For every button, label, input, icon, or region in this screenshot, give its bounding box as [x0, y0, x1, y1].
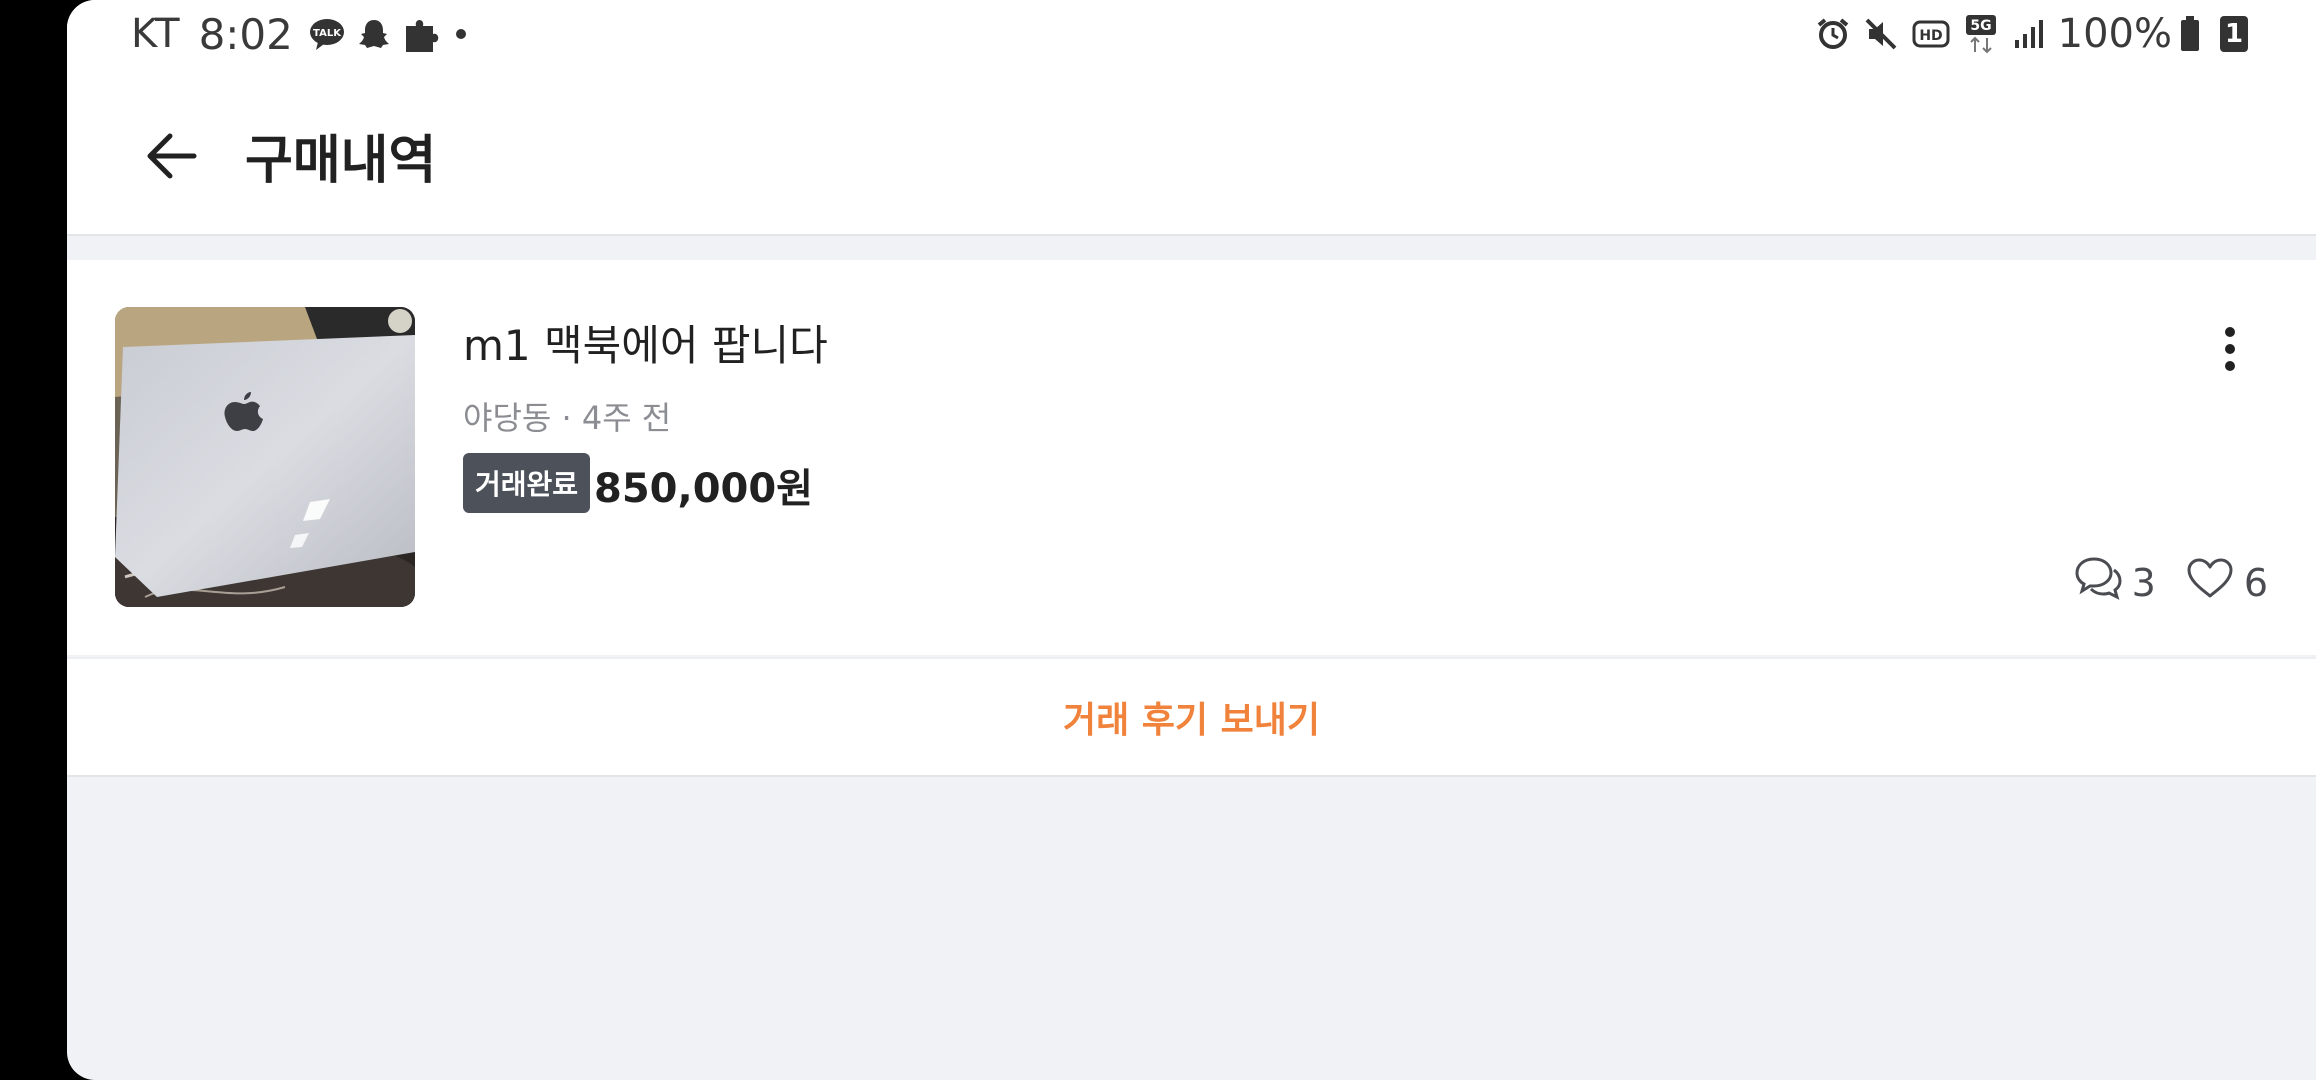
item-thumbnail[interactable]	[115, 307, 415, 607]
item-stats: 3 6	[2062, 555, 2268, 610]
puzzle-icon	[403, 14, 441, 54]
chat-count: 3	[2131, 560, 2156, 605]
chat-count-stat: 3	[2074, 555, 2156, 610]
kakaotalk-icon: TALK	[309, 17, 345, 51]
status-bar-left: KT 8:02 TALK	[131, 9, 481, 59]
purchase-item-card[interactable]: m1 맥북에어 팝니다 야당동 · 4주 전 거래완료 850,000원 3 6	[67, 260, 2316, 655]
battery-percent: 100%	[2057, 11, 2172, 57]
item-price: 850,000원	[594, 466, 813, 512]
svg-text:5G: 5G	[1970, 18, 1991, 34]
hd-icon: HD	[1912, 20, 1950, 48]
snapchat-icon	[357, 17, 391, 51]
status-badge: 거래완료	[463, 453, 591, 513]
svg-text:HD: HD	[1919, 28, 1942, 44]
like-count-stat: 6	[2168, 557, 2268, 608]
arrow-left-icon	[144, 131, 198, 185]
clock: 8:02	[198, 9, 293, 59]
send-review-button[interactable]: 거래 후기 보내기	[67, 657, 2316, 777]
carrier-label: KT	[131, 11, 181, 57]
like-count: 6	[2243, 560, 2268, 605]
alarm-icon	[1816, 17, 1850, 51]
chat-bubbles-icon	[2074, 555, 2122, 610]
sim-badge: 1	[2220, 16, 2248, 52]
5g-icon: 5G	[1964, 14, 1998, 54]
status-bar: KT 8:02 TALK HD 5G 100% 1	[67, 0, 2316, 68]
send-review-label: 거래 후기 보내기	[1063, 700, 1320, 741]
app-bar: 구매내역	[67, 68, 2316, 236]
item-location-time: 야당동 · 4주 전	[463, 399, 672, 437]
battery-icon	[2180, 16, 2200, 52]
status-bar-right: HD 5G 100% 1	[1816, 10, 2248, 58]
signal-icon	[2012, 18, 2044, 50]
item-title[interactable]: m1 맥북에어 팝니다	[463, 312, 828, 373]
page-title: 구매내역	[245, 131, 437, 191]
more-options-button[interactable]	[2200, 316, 2260, 386]
dot-icon	[453, 26, 469, 42]
mute-icon	[1864, 17, 1898, 51]
heart-icon	[2186, 557, 2234, 608]
svg-text:TALK: TALK	[313, 28, 342, 39]
app-screen: KT 8:02 TALK HD 5G 100% 1 구매내역 m1 맥북에어 팝…	[67, 0, 2316, 1080]
more-vertical-icon	[2223, 326, 2237, 376]
back-button[interactable]	[121, 116, 221, 200]
